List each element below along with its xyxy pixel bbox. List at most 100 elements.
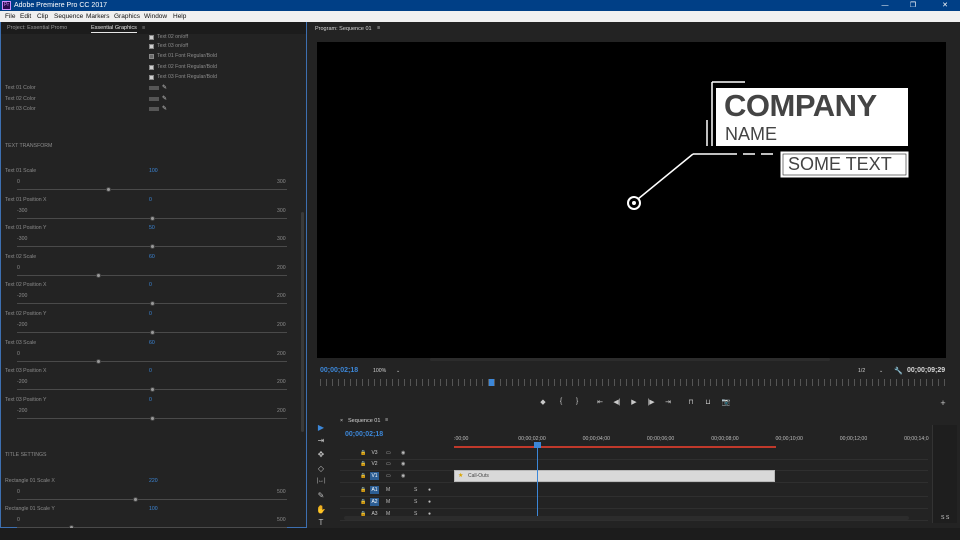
slider-handle[interactable] — [149, 387, 155, 393]
slider-value[interactable]: 0 — [149, 397, 152, 403]
go-to-out-icon[interactable]: ⇥ — [663, 398, 673, 406]
slider-track[interactable] — [17, 499, 287, 500]
lock-icon[interactable]: 🔒 — [360, 499, 366, 505]
chevron-down-icon[interactable]: ⌄ — [396, 368, 400, 374]
timeline-playhead[interactable] — [537, 442, 538, 517]
slider-track[interactable] — [17, 360, 287, 362]
menu-file[interactable]: File — [5, 11, 15, 22]
menu-markers[interactable]: Markers — [86, 11, 109, 22]
track-select-tool-icon[interactable]: ⇥ — [316, 436, 326, 445]
clip-call-outs[interactable]: Call-Outs — [454, 470, 775, 482]
minimize-icon[interactable]: — — [874, 0, 896, 11]
menu-clip[interactable]: Clip — [37, 11, 48, 22]
menu-window[interactable]: Window — [144, 11, 167, 22]
color-swatch[interactable] — [149, 97, 159, 101]
eye-icon[interactable]: ◉ — [401, 473, 405, 479]
resolution-select[interactable]: 1/2 — [858, 368, 865, 374]
mute-icon[interactable]: M — [386, 499, 390, 505]
timeline-scrollbar[interactable] — [344, 516, 909, 520]
close-icon[interactable]: ✕ — [934, 0, 956, 11]
slider-value[interactable]: 220 — [149, 478, 158, 484]
slider-handle[interactable] — [133, 497, 139, 502]
camera-icon[interactable]: 📷 — [721, 398, 731, 406]
lift-icon[interactable]: ⊓ — [686, 398, 696, 406]
play-icon[interactable]: ▶ — [629, 398, 639, 406]
solo-icon[interactable]: S — [414, 487, 417, 493]
step-forward-icon[interactable]: |▶ — [646, 398, 656, 406]
microphone-icon[interactable]: ● — [428, 499, 431, 505]
slider-handle[interactable] — [106, 187, 112, 192]
lock-icon[interactable]: 🔒 — [360, 473, 366, 479]
toggle-output-icon[interactable]: ▭ — [386, 461, 391, 467]
checkbox[interactable] — [149, 54, 154, 59]
checkbox[interactable] — [149, 35, 154, 40]
slider-value[interactable]: 60 — [149, 340, 155, 346]
slider-handle[interactable] — [149, 215, 155, 221]
color-swatch[interactable] — [149, 86, 159, 90]
tab-program[interactable]: Program: Sequence 01 — [315, 26, 372, 32]
lock-icon[interactable]: 🔒 — [360, 461, 366, 467]
tab-essential-graphics[interactable]: Essential Graphics — [91, 22, 137, 34]
track-label[interactable]: V2 — [370, 460, 379, 468]
monitor-scrollbar[interactable] — [430, 358, 830, 361]
type-tool-icon[interactable]: T — [316, 518, 326, 527]
slider-value[interactable]: 100 — [149, 506, 158, 512]
slider-handle[interactable] — [149, 244, 155, 250]
panel-menu-icon[interactable]: ≡ — [385, 417, 388, 423]
track-label[interactable]: V3 — [370, 449, 379, 457]
menu-sequence[interactable]: Sequence — [54, 11, 83, 22]
slider-handle[interactable] — [149, 415, 155, 421]
tab-project[interactable]: Project: Essential Promo — [7, 22, 67, 34]
track-label[interactable]: A1 — [370, 486, 379, 494]
lock-icon[interactable]: 🔒 — [360, 487, 366, 493]
go-to-in-icon[interactable]: ⇤ — [595, 398, 605, 406]
video-frame[interactable]: COMPANY NAME SOME TEXT — [317, 42, 946, 358]
eyedropper-icon[interactable]: ✎ — [162, 106, 168, 112]
solo-icon[interactable]: S — [414, 499, 417, 505]
slider-value[interactable]: 0 — [149, 368, 152, 374]
restore-icon[interactable]: ❐ — [902, 0, 924, 11]
menu-help[interactable]: Help — [173, 11, 186, 22]
slider-value[interactable]: 0 — [149, 282, 152, 288]
extract-icon[interactable]: ⊔ — [703, 398, 713, 406]
hand-tool-icon[interactable]: ✋ — [316, 505, 326, 514]
slider-value[interactable]: 0 — [149, 197, 152, 203]
menu-graphics[interactable]: Graphics — [114, 11, 140, 22]
checkbox[interactable] — [149, 65, 154, 70]
checkbox[interactable] — [149, 75, 154, 80]
mute-icon[interactable]: M — [386, 487, 390, 493]
toggle-output-icon[interactable]: ▭ — [386, 473, 391, 479]
wrench-icon[interactable]: 🔧 — [894, 367, 903, 375]
razor-tool-icon[interactable]: ◇ — [316, 464, 326, 473]
slider-track[interactable] — [17, 274, 287, 276]
microphone-icon[interactable]: ● — [428, 487, 431, 493]
slider-value[interactable]: 50 — [149, 225, 155, 231]
menu-edit[interactable]: Edit — [20, 11, 31, 22]
track-label[interactable]: A2 — [370, 498, 379, 506]
slider-value[interactable]: 100 — [149, 168, 158, 174]
eyedropper-icon[interactable]: ✎ — [162, 85, 168, 91]
eye-icon[interactable]: ◉ — [401, 461, 405, 467]
solo-label[interactable]: S S — [941, 515, 949, 521]
checkbox[interactable] — [149, 44, 154, 49]
slider-value[interactable]: 60 — [149, 254, 155, 260]
panel-menu-icon[interactable]: ≡ — [377, 25, 380, 31]
lock-icon[interactable]: 🔒 — [360, 450, 366, 456]
mark-out-icon[interactable]: } — [572, 398, 582, 405]
slider-handle[interactable] — [149, 330, 155, 335]
playhead-timecode[interactable]: 00;00;02;18 — [320, 367, 358, 374]
close-icon[interactable]: × — [340, 418, 343, 424]
selection-tool-icon[interactable]: ▶ — [316, 423, 326, 432]
slip-tool-icon[interactable]: |↔| — [316, 477, 326, 486]
slider-value[interactable]: 0 — [149, 311, 152, 317]
chevron-down-icon[interactable]: ⌄ — [879, 368, 883, 374]
step-back-icon[interactable]: ◀| — [612, 398, 622, 406]
add-button-icon[interactable]: + — [938, 398, 948, 408]
mark-in-icon[interactable]: { — [556, 398, 566, 405]
eye-icon[interactable]: ◉ — [401, 450, 405, 456]
track-label[interactable]: V1 — [370, 472, 379, 480]
color-swatch[interactable] — [149, 107, 159, 111]
zoom-select[interactable]: 100% — [373, 368, 386, 374]
pen-tool-icon[interactable]: ✎ — [316, 491, 326, 500]
eyedropper-icon[interactable]: ✎ — [162, 96, 168, 102]
